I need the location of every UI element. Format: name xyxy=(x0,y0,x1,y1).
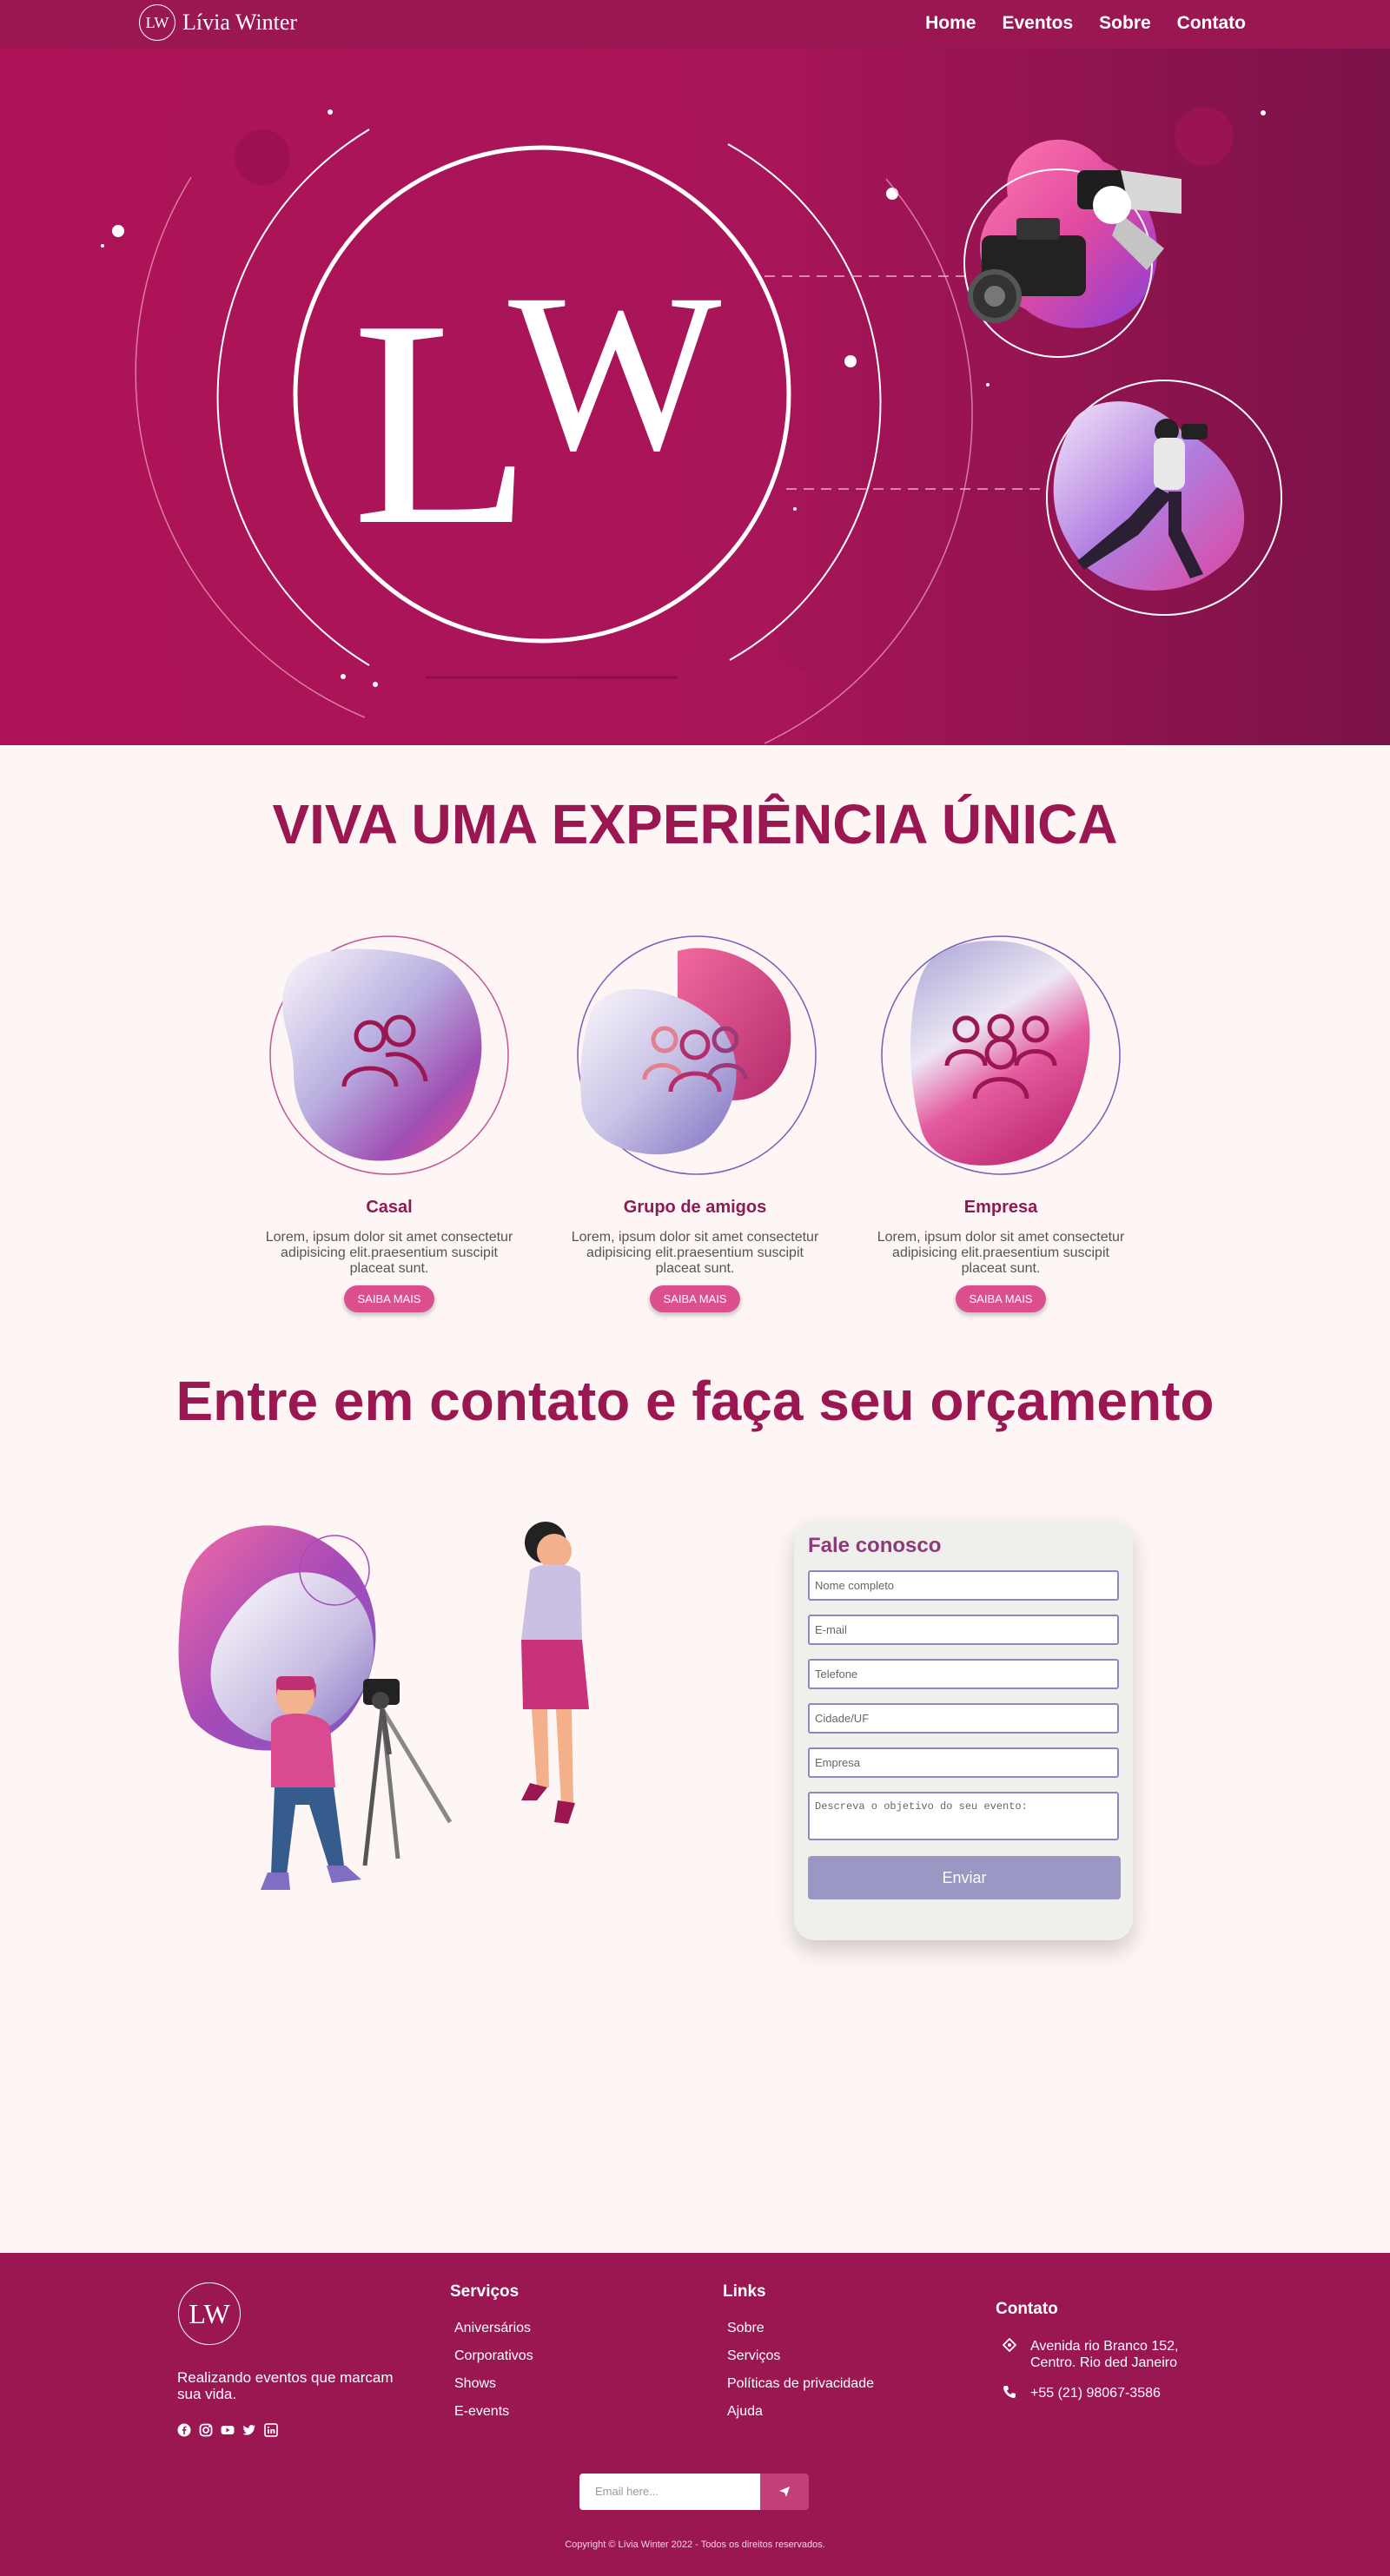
card-description: Lorem, ipsum dolor sit amet consectetur … xyxy=(265,1230,513,1276)
footer-contact: Contato Avenida rio Branco 152, Centro. … xyxy=(996,2300,1204,2417)
saiba-mais-button[interactable]: SAIBA MAIS xyxy=(343,1285,435,1312)
footer-link-servicos[interactable]: Serviços xyxy=(723,2348,874,2364)
card-title: Empresa xyxy=(963,1198,1038,1217)
service-card-casal: Casal Lorem, ipsum dolor sit amet consec… xyxy=(250,934,528,1312)
city-field[interactable]: Cidade/UF xyxy=(808,1703,1119,1734)
service-cards: Casal Lorem, ipsum dolor sit amet consec… xyxy=(0,934,1390,1316)
address-text: Avenida rio Branco 152, Centro. Rio ded … xyxy=(1030,2339,1179,2370)
linkedin-icon[interactable] xyxy=(264,2423,278,2437)
card-description: Lorem, ipsum dolor sit amet consectetur … xyxy=(571,1230,819,1276)
footer-link-corporativos[interactable]: Corporativos xyxy=(450,2348,533,2364)
newsletter-send-button[interactable] xyxy=(760,2474,809,2510)
logo-monogram: LW xyxy=(139,4,175,41)
nav-logo[interactable]: LW Lívia Winter xyxy=(139,4,297,41)
deco-star xyxy=(112,225,124,237)
location-icon xyxy=(996,2337,1030,2356)
instagram-icon[interactable] xyxy=(199,2423,213,2437)
newsletter-email-input[interactable]: Email here... xyxy=(579,2474,760,2510)
facebook-icon[interactable] xyxy=(177,2423,191,2437)
brand-name: Lívia Winter xyxy=(182,10,298,35)
deco-dot xyxy=(778,611,837,670)
footer-link-privacidade[interactable]: Políticas de privacidade xyxy=(723,2376,874,2392)
saiba-mais-button[interactable]: SAIBA MAIS xyxy=(649,1285,741,1312)
hero-banner: L W xyxy=(0,49,1390,745)
nav-link-sobre[interactable]: Sobre xyxy=(1099,13,1151,34)
deco-dot xyxy=(1175,107,1234,166)
footer: LW Realizando eventos que marcam sua vid… xyxy=(0,2253,1390,2576)
card-illustration xyxy=(268,934,511,1177)
deco-dot xyxy=(235,129,290,185)
nav-link-home[interactable]: Home xyxy=(925,13,976,34)
card-illustration xyxy=(879,934,1122,1177)
submit-button[interactable]: Enviar xyxy=(808,1856,1121,1899)
footer-links-title: Links xyxy=(723,2282,766,2301)
card-title: Casal xyxy=(366,1198,413,1217)
service-card-empresa: Empresa Lorem, ipsum dolor sit amet cons… xyxy=(862,934,1140,1312)
nav-link-eventos[interactable]: Eventos xyxy=(1002,13,1073,34)
card-illustration xyxy=(573,934,817,1177)
phone-icon xyxy=(996,2385,1030,2403)
hero-illustration: L W xyxy=(101,107,1282,744)
form-title: Fale conosco xyxy=(808,1534,942,1557)
event-description-textarea[interactable]: Descreva o objetivo do seu evento: xyxy=(808,1792,1119,1840)
deco-star xyxy=(886,188,898,200)
photo-shoot-illustration xyxy=(178,1522,589,1890)
youtube-icon[interactable] xyxy=(221,2423,235,2437)
contact-phone: +55 (21) 98067-3586 xyxy=(996,2385,1204,2403)
top-navbar: LW Lívia Winter Home Eventos Sobre Conta… xyxy=(0,0,1390,49)
nav-link-contato[interactable]: Contato xyxy=(1177,13,1246,34)
company-field[interactable]: Empresa xyxy=(808,1747,1119,1778)
footer-link-shows[interactable]: Shows xyxy=(450,2376,533,2392)
twitter-icon[interactable] xyxy=(242,2423,256,2437)
nav-links: Home Eventos Sobre Contato xyxy=(925,13,1246,34)
contact-address: Avenida rio Branco 152, Centro. Rio ded … xyxy=(996,2337,1204,2371)
contact-title: Entre em contato e faça seu orçamento xyxy=(175,1370,1215,1432)
copyright: Copyright © Lívia Winter 2022 - Todos os… xyxy=(565,2540,825,2550)
footer-link-aniversarios[interactable]: Aniversários xyxy=(450,2321,533,2336)
camera-illustration xyxy=(963,139,1182,358)
footer-services-title: Serviços xyxy=(450,2282,520,2301)
footer-services: Serviços Aniversários Corporativos Shows… xyxy=(450,2282,533,2432)
footer-link-e-events[interactable]: E-events xyxy=(450,2404,533,2420)
services-headline: VIVA UMA EXPERIÊNCIA ÚNICA xyxy=(272,793,1118,855)
card-title: Grupo de amigos xyxy=(623,1198,767,1217)
send-icon xyxy=(779,2487,790,2497)
name-field[interactable]: Nome completo xyxy=(808,1570,1119,1601)
phone-text: +55 (21) 98067-3586 xyxy=(1030,2386,1161,2401)
footer-links: Links Sobre Serviços Políticas de privac… xyxy=(723,2282,874,2432)
footer-logo[interactable]: LW xyxy=(178,2282,241,2345)
saiba-mais-button[interactable]: SAIBA MAIS xyxy=(955,1285,1047,1312)
social-links xyxy=(177,2423,278,2437)
phone-field[interactable]: Telefone xyxy=(808,1659,1119,1689)
email-field[interactable]: E-mail xyxy=(808,1615,1119,1645)
hero-logo-w: W xyxy=(508,248,724,498)
newsletter-form: Email here... xyxy=(579,2474,809,2510)
footer-tagline: Realizando eventos que marcam sua vida. xyxy=(177,2369,394,2402)
deco-star xyxy=(844,355,857,367)
photographer-illustration xyxy=(1046,380,1282,616)
contact-form: Fale conosco Nome completo E-mail Telefo… xyxy=(794,1520,1133,1940)
footer-link-ajuda[interactable]: Ajuda xyxy=(723,2404,874,2420)
footer-contact-title: Contato xyxy=(996,2300,1058,2318)
hero-logo-l: L xyxy=(352,259,533,586)
card-description: Lorem, ipsum dolor sit amet consectetur … xyxy=(877,1230,1125,1276)
service-card-grupo: Grupo de amigos Lorem, ipsum dolor sit a… xyxy=(556,934,834,1312)
footer-link-sobre[interactable]: Sobre xyxy=(723,2321,874,2336)
